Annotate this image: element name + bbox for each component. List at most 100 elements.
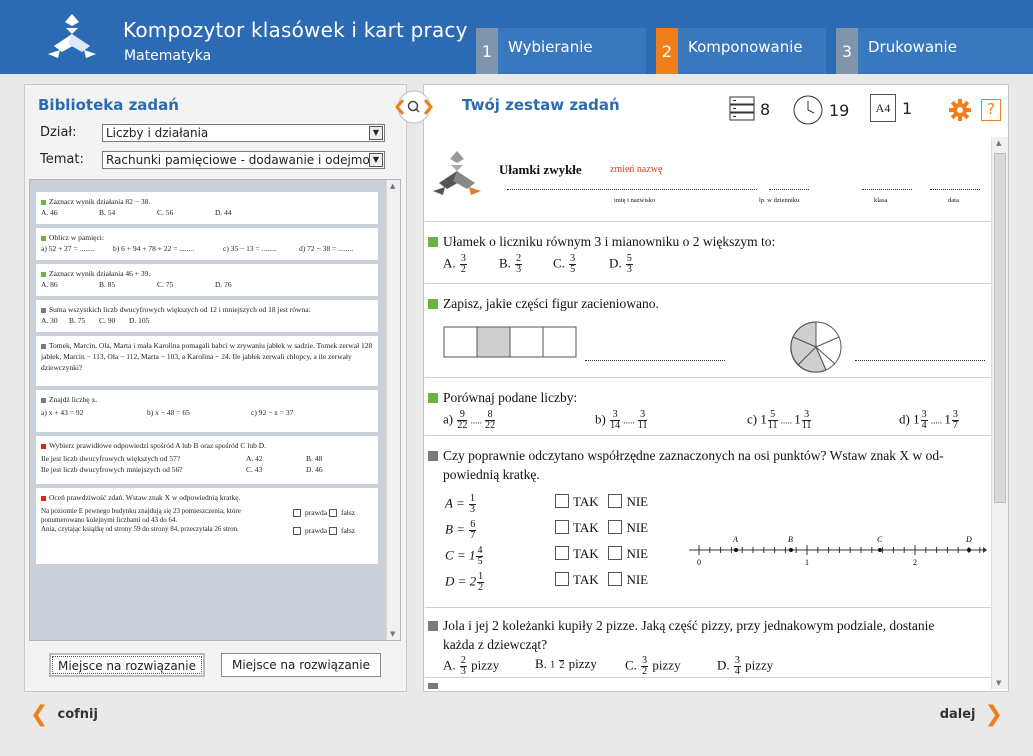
checkbox-nie[interactable]	[608, 494, 623, 508]
solution-space-button-2[interactable]: Miejsce na rozwiązanie	[221, 653, 381, 677]
app-title: Kompozytor klasówek i kart pracy	[123, 18, 468, 42]
worksheet-logo	[433, 151, 481, 195]
task-status-icon	[41, 271, 46, 277]
search-toggle-icon[interactable]	[391, 88, 437, 126]
unit: pizzy	[471, 657, 500, 673]
next-button[interactable]: dalej ❯	[940, 702, 1003, 727]
task-status-icon	[41, 443, 46, 449]
denominator: 3	[516, 264, 522, 275]
task-3[interactable]: Porównaj podane liczby: a) 9 22 ..... 8 22…	[425, 377, 991, 435]
library-task-card[interactable]: Oceń prawdziwość zdań. Wstaw znak X w od…	[36, 488, 378, 564]
denominator: 2	[460, 264, 466, 275]
answer: d) 72 − 38 = ........	[299, 244, 354, 253]
task-row: Ile jest liczb dwucyfrowych większych od…	[41, 453, 373, 464]
task-question: Oblicz w pamięci:	[49, 233, 104, 242]
answer: b) 6 + 94 + 78 + 22 = ........	[113, 244, 195, 253]
checkbox[interactable]	[328, 527, 337, 535]
task-question: Zapisz, jakie części figur zacieniowano.	[428, 294, 659, 313]
task-1[interactable]: Ułamek o liczniku równym 3 i mianowniku …	[425, 221, 991, 283]
item-label: d)	[899, 411, 910, 427]
point-label: D	[965, 535, 972, 544]
step-drukowanie[interactable]: 3 Drukowanie	[836, 28, 1033, 74]
library-task-card[interactable]: Wybierz prawidłowe odpowiedzi spośród A …	[36, 436, 378, 484]
statement: Na poziomie E pewnego budynku znajdują s…	[41, 507, 241, 524]
question-text: Czy poprawnie odczytano współrzędne zazn…	[443, 448, 944, 463]
temat-select[interactable]: Rachunki pamięciowe - dodawanie i odejmo…	[102, 151, 385, 169]
checkbox-nie[interactable]	[608, 572, 623, 586]
answer: A. 42	[246, 454, 263, 463]
task-question: Jola i jej 2 koleżanki kupiły 2 pizze. J…	[428, 616, 978, 654]
unit: pizzy	[745, 657, 774, 673]
denominator: 3	[626, 264, 632, 275]
option-letter: C.	[625, 657, 637, 673]
checkbox[interactable]	[293, 509, 301, 517]
checkbox-nie[interactable]	[608, 546, 623, 560]
library-scrollbar[interactable]: ▲ ▼	[386, 180, 400, 640]
checkbox-tak[interactable]	[555, 520, 569, 534]
dropdown-arrow-icon[interactable]: ▼	[369, 126, 383, 140]
dropdown-arrow-icon[interactable]: ▼	[369, 153, 383, 167]
statement: Ania, czytając książkę od strony 59 do s…	[41, 525, 239, 533]
option-letter: C.	[553, 255, 565, 271]
scroll-thumb[interactable]	[994, 153, 1006, 503]
field-class: klasa	[874, 197, 888, 204]
task-row: Ania, czytając książkę od strony 59 do s…	[41, 525, 373, 536]
checkbox-nie[interactable]	[608, 520, 623, 534]
library-task-card[interactable]: Tomek, Marcin, Ola, Marta i mała Karolin…	[36, 336, 378, 386]
task-4[interactable]: Czy poprawnie odczytano współrzędne zazn…	[425, 435, 991, 607]
library-task-card[interactable]: Znajdź liczbę x. a) x + 43 = 92 b) x − 48…	[36, 390, 378, 432]
checkbox[interactable]	[293, 527, 301, 535]
app-window: Kompozytor klasówek i kart pracy Matemat…	[0, 0, 1033, 756]
dzial-select[interactable]: Liczby i działania ▼	[102, 124, 385, 142]
answer: B. 48	[306, 454, 323, 463]
help-button[interactable]: ?	[981, 99, 1001, 121]
task-6-partial[interactable]	[425, 677, 991, 689]
point-label: B	[788, 535, 793, 544]
library-task-card[interactable]: Zaznacz wynik działania 46 + 39. A. 86 B.…	[36, 264, 378, 296]
library-task-card[interactable]: Suma wszystkich liczb dwucyfrowych więks…	[36, 300, 378, 332]
worksheet-scrollbar[interactable]: ▲ ▼	[991, 137, 1008, 689]
checkbox-tak[interactable]	[555, 494, 569, 508]
checkbox-tak[interactable]	[555, 546, 569, 560]
library-task-card[interactable]: Oblicz w pamięci: a) 52 + 27 = ........ b…	[36, 228, 378, 260]
time-estimate: 19	[791, 94, 849, 126]
point-label: A	[732, 535, 738, 544]
field-date: data	[948, 197, 959, 204]
point-label: C	[877, 535, 883, 544]
checkbox[interactable]	[328, 509, 337, 517]
answer: B. 54	[99, 208, 116, 217]
scroll-up-icon[interactable]: ▲	[996, 139, 1001, 147]
rename-link[interactable]: zmień nazwę	[610, 164, 662, 175]
answer: D. 44	[215, 208, 232, 217]
option-letter: B.	[499, 255, 511, 271]
scroll-up-icon[interactable]: ▲	[390, 182, 395, 190]
task-5[interactable]: Jola i jej 2 koleżanki kupiły 2 pizze. J…	[425, 607, 991, 677]
worksheet-preview[interactable]: Ułamki zwykłe zmień nazwę imię i nazwisk…	[425, 137, 991, 689]
tak-label: TAK	[573, 572, 599, 587]
unit: pizzy	[568, 656, 597, 671]
dzial-label: Dział:	[40, 125, 77, 140]
back-label: cofnij	[57, 707, 98, 722]
task-status-icon	[428, 683, 438, 689]
scroll-down-icon[interactable]: ▼	[996, 679, 1001, 687]
scroll-down-icon[interactable]: ▼	[390, 630, 395, 638]
back-button[interactable]: ❮ cofnij	[30, 702, 98, 727]
task-2[interactable]: Zapisz, jakie części figur zacieniowano.	[425, 283, 991, 377]
denominator: 2	[642, 666, 648, 677]
answer: a) x + 43 = 92	[41, 408, 84, 417]
task-library-list[interactable]: Zaznacz wynik działania 82 − 38. A. 46 B.…	[29, 179, 401, 641]
settings-gear-icon[interactable]	[949, 99, 971, 121]
solution-space-button-1[interactable]: Miejsce na rozwiązanie	[49, 653, 205, 677]
a4-page-icon: A4	[870, 94, 896, 122]
question-text: powiednią kratkę.	[443, 467, 540, 482]
step-komponowanie[interactable]: 2 Komponowanie	[656, 28, 826, 74]
temat-value: Rachunki pamięciowe - dodawanie i odejmo	[106, 153, 370, 167]
question-text: Zapisz, jakie części figur zacieniowano.	[443, 296, 659, 311]
task-status-icon	[428, 299, 438, 309]
step-wybieranie[interactable]: 1 Wybieranie	[476, 28, 646, 74]
denominator: 5	[570, 264, 576, 275]
shaded-rectangle-figure	[443, 326, 577, 358]
library-task-card[interactable]: Zaznacz wynik działania 82 − 38. A. 46 B.…	[36, 192, 378, 224]
checkbox-tak[interactable]	[555, 572, 569, 586]
task-question: Wybierz prawidłowe odpowiedzi spośród A …	[49, 441, 267, 450]
